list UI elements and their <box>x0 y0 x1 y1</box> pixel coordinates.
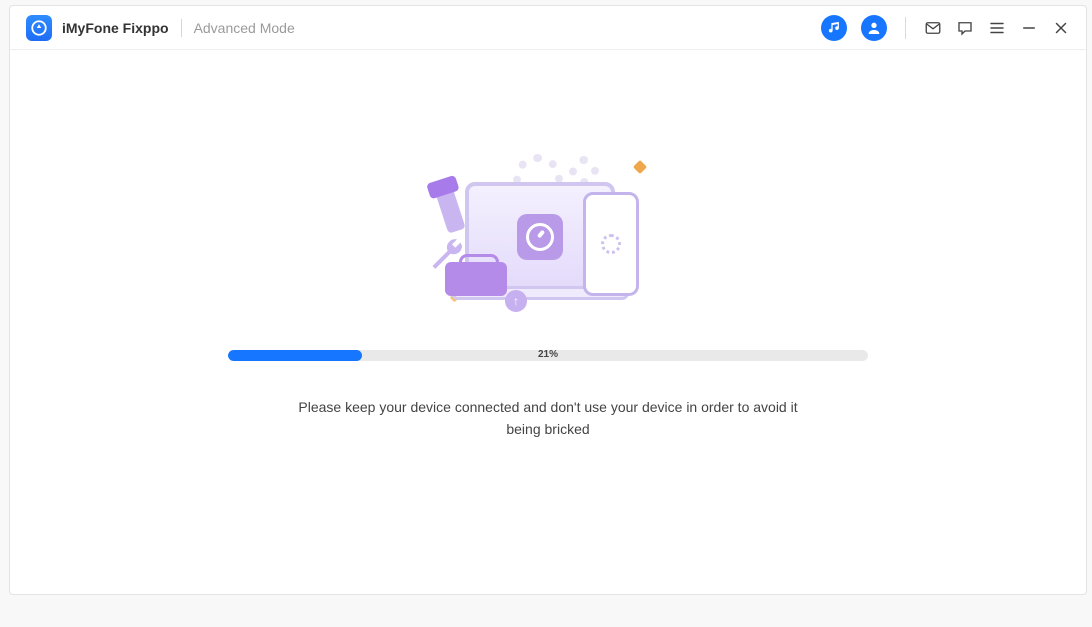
app-title: iMyFone Fixppo <box>62 20 169 36</box>
fixppo-app-icon <box>517 214 563 260</box>
close-icon[interactable] <box>1052 19 1070 37</box>
repair-illustration: ↑ <box>405 136 691 326</box>
titlebar: iMyFone Fixppo Advanced Mode <box>10 6 1086 50</box>
user-icon[interactable] <box>861 15 887 41</box>
mail-icon[interactable] <box>924 19 942 37</box>
sparkle-icon <box>633 160 647 174</box>
title-divider <box>181 19 182 37</box>
titlebar-right <box>821 15 1070 41</box>
loading-spinner-icon <box>601 234 621 254</box>
progress-percent-label: 21% <box>228 350 868 360</box>
menu-icon[interactable] <box>988 19 1006 37</box>
app-window: iMyFone Fixppo Advanced Mode <box>9 5 1087 595</box>
phone-icon <box>583 192 639 296</box>
minimize-icon[interactable] <box>1020 19 1038 37</box>
upload-icon: ↑ <box>505 290 527 312</box>
instruction-text: Please keep your device connected and do… <box>288 397 808 440</box>
main-content: ↑ 21% Please keep your device connected … <box>10 50 1086 594</box>
titlebar-separator <box>905 17 906 39</box>
mode-label: Advanced Mode <box>194 20 295 36</box>
hammer-icon <box>434 184 465 233</box>
toolbox-icon <box>445 262 507 296</box>
progress-bar: 21% <box>228 350 868 361</box>
chat-icon[interactable] <box>956 19 974 37</box>
app-logo-icon <box>26 15 52 41</box>
progress-track: 21% <box>228 350 868 361</box>
music-icon[interactable] <box>821 15 847 41</box>
